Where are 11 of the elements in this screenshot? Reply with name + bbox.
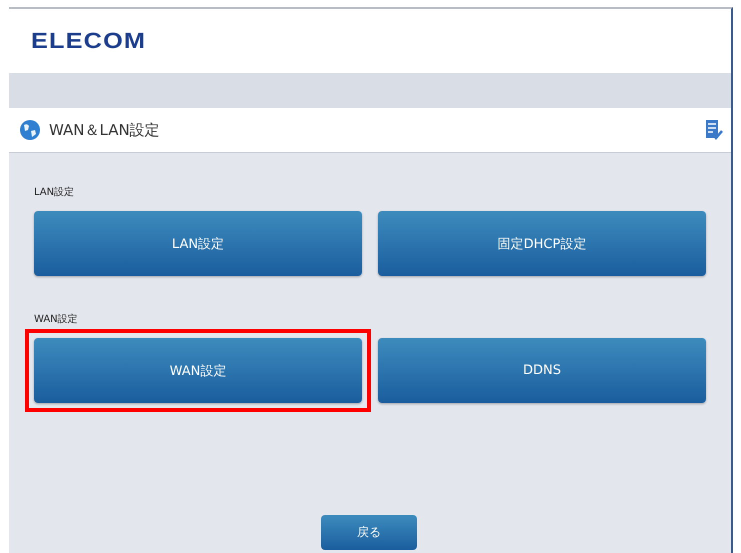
back-button[interactable]: 戻る — [321, 515, 417, 550]
section-label: WAN設定 — [34, 312, 78, 326]
settings-button[interactable]: 固定DHCP設定 — [378, 211, 706, 276]
settings-button[interactable]: DDNS — [378, 338, 706, 403]
section-label: LAN設定 — [34, 186, 74, 199]
checklist-icon[interactable] — [705, 119, 723, 141]
globe-icon — [19, 119, 41, 141]
settings-button[interactable]: WAN設定 — [34, 338, 362, 403]
page-title: WAN＆LAN設定 — [49, 120, 161, 140]
logo: ELECOM — [31, 28, 146, 54]
settings-button[interactable]: LAN設定 — [34, 211, 362, 276]
